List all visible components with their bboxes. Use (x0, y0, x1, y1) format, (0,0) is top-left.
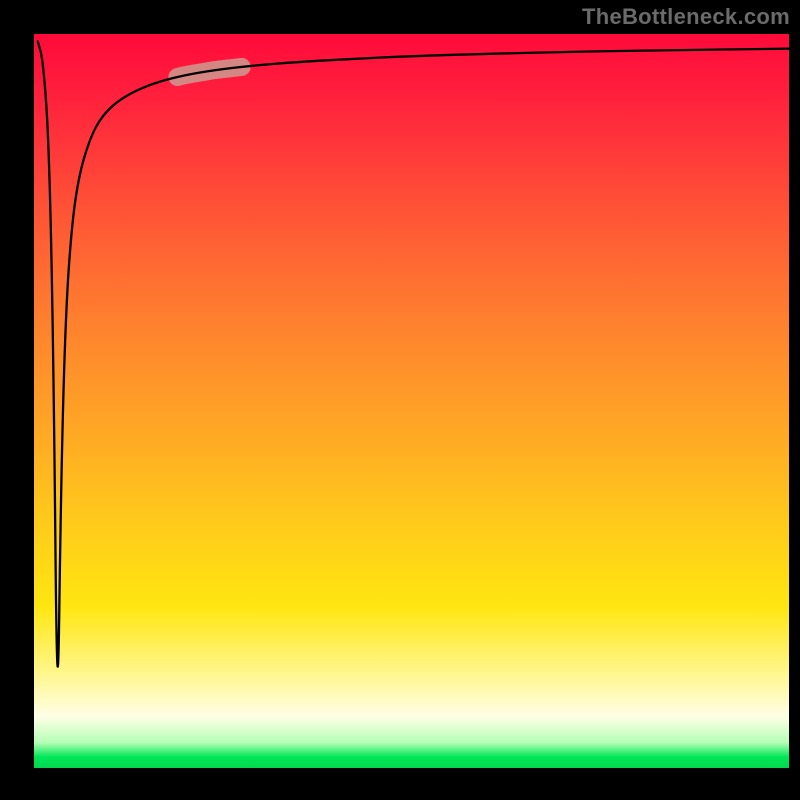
curve-svg (34, 34, 789, 768)
plot-area (34, 34, 789, 768)
chart-container: TheBottleneck.com (0, 0, 800, 800)
bottleneck-curve (38, 41, 789, 666)
attribution-text: TheBottleneck.com (582, 4, 790, 30)
